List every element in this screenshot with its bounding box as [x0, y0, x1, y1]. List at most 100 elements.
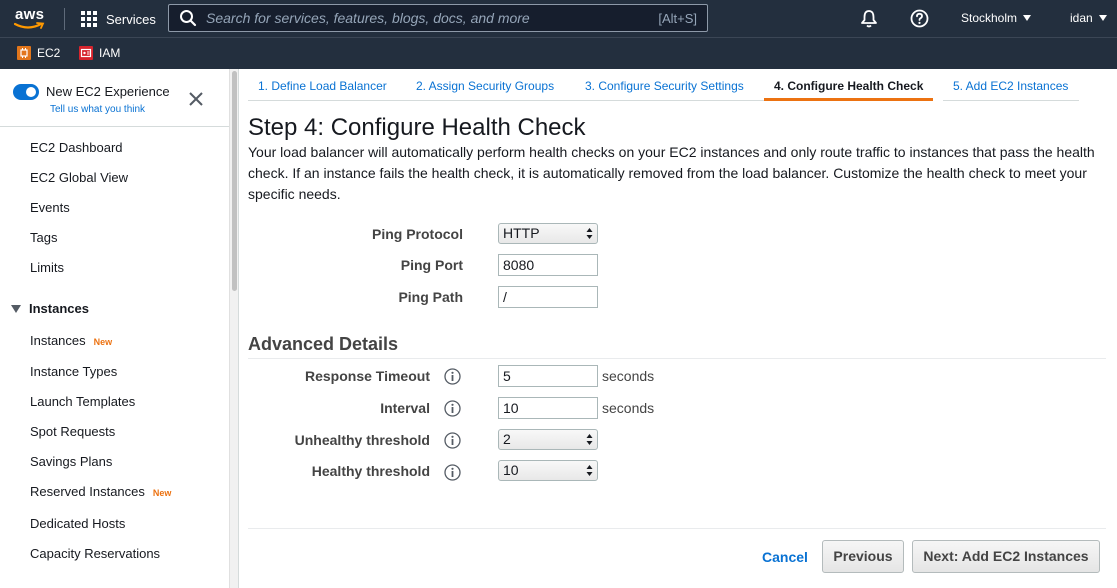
nav-separator	[64, 8, 65, 30]
sidebar-item-label: Spot Requests	[30, 424, 116, 439]
tab-define-load-balancer[interactable]: 1. Define Load Balancer	[248, 78, 406, 101]
previous-button[interactable]: Previous	[822, 540, 904, 573]
sidebar-item-label: Capacity Reservations	[30, 546, 161, 561]
sidebar-item-capacity-reservations[interactable]: Capacity Reservations	[30, 546, 160, 561]
aws-logo[interactable]: aws	[14, 5, 50, 31]
sidebar-item-label: Launch Templates	[30, 394, 136, 409]
sidebar-item-events[interactable]: Events	[30, 200, 70, 215]
ping-protocol-value: HTTP	[503, 225, 540, 241]
top-navigation: aws Services [Alt+S] Stockholm idan	[0, 0, 1117, 37]
page-title: Step 4: Configure Health Check	[248, 114, 586, 141]
sidebar-item-ec2-global-view[interactable]: EC2 Global View	[30, 170, 128, 185]
tab-configure-health-check[interactable]: 4. Configure Health Check	[764, 78, 933, 101]
page-description: Your load balancer will automatically pe…	[248, 144, 1095, 202]
sidebar-item-spot-requests[interactable]: Spot Requests	[30, 424, 115, 439]
sidebar-item-instance-types[interactable]: Instance Types	[30, 364, 117, 379]
unhealthy-threshold-value: 2	[503, 431, 511, 447]
new-badge: New	[152, 488, 172, 498]
sidebar-item-label: Dedicated Hosts	[30, 516, 126, 531]
search-shortcut: [Alt+S]	[658, 10, 697, 26]
section-divider	[248, 358, 1106, 359]
scrollbar-thumb[interactable]	[232, 71, 237, 291]
ping-port-label: Ping Port	[400, 257, 463, 273]
region-label: Stockholm	[961, 11, 1018, 25]
caret-down-icon	[1098, 15, 1107, 21]
favorites-bar: EC2 IAM	[0, 37, 1117, 69]
user-menu[interactable]: idan	[1070, 11, 1107, 25]
sidebar-section-instances[interactable]: Instances	[11, 301, 89, 316]
cancel-button[interactable]: Cancel	[762, 549, 808, 565]
sidebar-border	[238, 69, 239, 588]
info-icon[interactable]	[444, 432, 461, 449]
select-arrows-icon	[586, 465, 593, 476]
sidebar-item-label: Limits	[30, 260, 64, 275]
select-arrows-icon	[586, 228, 593, 239]
ec2-service-icon	[17, 46, 31, 60]
response-timeout-input[interactable]	[498, 365, 598, 387]
bell-icon[interactable]	[860, 9, 878, 28]
grid-icon	[81, 11, 97, 27]
sidebar-item-ec2-dashboard[interactable]: EC2 Dashboard	[30, 140, 123, 155]
favorite-ec2[interactable]: EC2	[17, 46, 60, 60]
new-badge: New	[93, 337, 113, 347]
sidebar-item-launch-templates[interactable]: Launch Templates	[30, 394, 135, 409]
ping-protocol-label: Ping Protocol	[372, 226, 463, 242]
sidebar-item-label: Instances	[30, 333, 86, 348]
caret-down-icon	[11, 304, 21, 313]
tab-assign-security-groups[interactable]: 2. Assign Security Groups	[406, 78, 575, 101]
response-timeout-label: Response Timeout	[305, 368, 430, 384]
sidebar-scrollbar[interactable]	[229, 69, 238, 588]
region-selector[interactable]: Stockholm	[961, 11, 1032, 25]
ping-path-input[interactable]	[498, 286, 598, 308]
search-input[interactable]	[197, 6, 659, 30]
sidebar-item-label: EC2 Global View	[30, 170, 129, 185]
services-label: Services	[106, 11, 156, 27]
sidebar: New EC2 Experience Tell us what you thin…	[0, 69, 230, 588]
select-arrows-icon	[586, 434, 593, 445]
info-icon[interactable]	[444, 368, 461, 385]
advanced-details-heading: Advanced Details	[248, 334, 399, 354]
caret-down-icon	[1023, 15, 1032, 21]
favorite-iam-label: IAM	[99, 46, 121, 60]
sidebar-item-savings-plans[interactable]: Savings Plans	[30, 454, 112, 469]
toggle-knob	[26, 87, 36, 97]
info-icon[interactable]	[444, 400, 461, 417]
favorite-ec2-label: EC2	[37, 46, 61, 60]
aws-logo-text: aws	[15, 6, 45, 23]
sidebar-divider	[0, 126, 230, 127]
services-menu-button[interactable]: Services	[81, 10, 156, 28]
interval-unit: seconds	[602, 400, 655, 416]
sidebar-section-label: Instances	[29, 301, 89, 316]
search-bar[interactable]: [Alt+S]	[168, 4, 708, 32]
user-label: idan	[1070, 11, 1093, 25]
sidebar-item-label: Instance Types	[30, 364, 118, 379]
sidebar-item-label: Savings Plans	[30, 454, 113, 469]
ping-path-label: Ping Path	[398, 289, 463, 305]
unhealthy-threshold-label: Unhealthy threshold	[294, 432, 430, 448]
response-timeout-unit: seconds	[602, 368, 655, 384]
tab-add-ec2-instances[interactable]: 5. Add EC2 Instances	[943, 78, 1079, 101]
unhealthy-threshold-select[interactable]: 2	[498, 429, 598, 450]
iam-service-icon	[79, 46, 93, 60]
healthy-threshold-label: Healthy threshold	[311, 463, 430, 479]
sidebar-item-reserved-instances[interactable]: Reserved Instances New	[30, 484, 171, 499]
info-icon[interactable]	[444, 464, 461, 481]
feedback-link[interactable]: Tell us what you think	[50, 104, 145, 115]
favorite-iam[interactable]: IAM	[79, 46, 120, 60]
ping-protocol-select[interactable]: HTTP	[498, 223, 598, 244]
sidebar-item-instances[interactable]: Instances New	[30, 333, 112, 348]
help-icon[interactable]	[910, 9, 929, 28]
new-experience-toggle[interactable]	[13, 84, 39, 100]
tab-configure-security-settings[interactable]: 3. Configure Security Settings	[575, 78, 764, 101]
close-icon[interactable]	[188, 91, 204, 107]
healthy-threshold-value: 10	[503, 462, 519, 478]
footer-divider	[248, 528, 1106, 529]
healthy-threshold-select[interactable]: 10	[498, 460, 598, 481]
next-add-ec2-instances-button[interactable]: Next: Add EC2 Instances	[912, 540, 1100, 573]
sidebar-item-tags[interactable]: Tags	[30, 230, 57, 245]
interval-input[interactable]	[498, 397, 598, 419]
sidebar-item-dedicated-hosts[interactable]: Dedicated Hosts	[30, 516, 125, 531]
sidebar-item-limits[interactable]: Limits	[30, 260, 64, 275]
aws-smile-icon	[14, 22, 45, 29]
ping-port-input[interactable]	[498, 254, 598, 276]
